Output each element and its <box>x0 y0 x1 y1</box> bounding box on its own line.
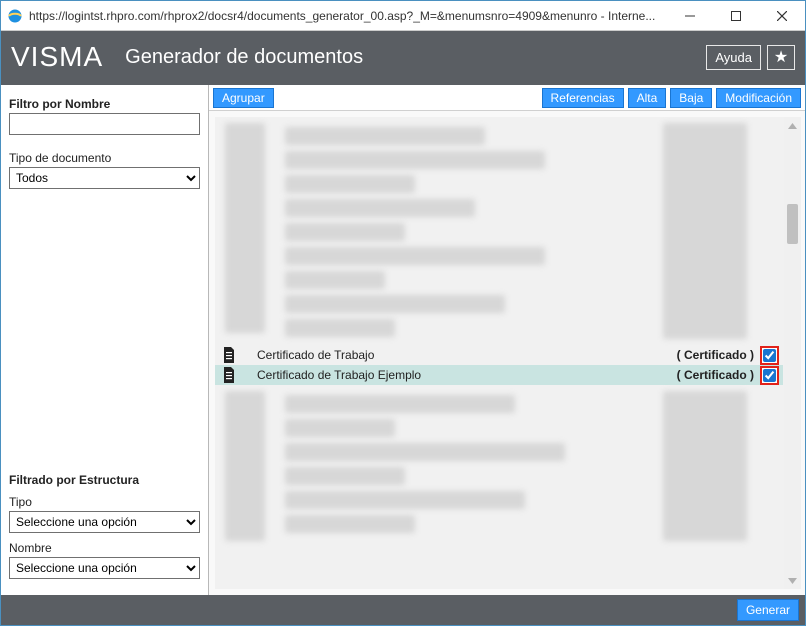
document-list: Certificado de Trabajo ( Certificado ) C… <box>209 111 805 595</box>
list-item-checkbox[interactable] <box>763 369 776 382</box>
list-item-checkbox-highlight <box>760 346 779 365</box>
window-close-button[interactable] <box>759 1 805 30</box>
star-icon: ★ <box>774 47 788 67</box>
list-item-type: ( Certificado ) <box>677 348 754 362</box>
structure-name-select[interactable]: Seleccione una opción <box>9 557 200 579</box>
ie-icon <box>7 8 23 24</box>
filter-name-input[interactable] <box>9 113 200 135</box>
favorite-button[interactable]: ★ <box>767 45 795 70</box>
app-header: VISMA Generador de documentos Ayuda ★ <box>1 31 805 83</box>
vertical-scrollbar[interactable] <box>784 117 801 589</box>
list-item-name: Certificado de Trabajo Ejemplo <box>257 368 677 382</box>
help-label: Ayuda <box>715 50 752 65</box>
window-maximize-button[interactable] <box>713 1 759 30</box>
structure-type-select[interactable]: Seleccione una opción <box>9 511 200 533</box>
alta-button[interactable]: Alta <box>628 88 667 108</box>
scroll-down-icon[interactable] <box>784 572 801 589</box>
page-title: Generador de documentos <box>125 46 363 69</box>
list-item[interactable]: Certificado de Trabajo Ejemplo ( Certifi… <box>215 365 783 385</box>
group-button[interactable]: Agrupar <box>213 88 274 108</box>
help-button[interactable]: Ayuda <box>706 45 761 70</box>
footer: Generar <box>1 595 805 625</box>
alta-label: Alta <box>637 91 658 105</box>
list-item-checkbox-highlight <box>760 366 779 385</box>
references-button[interactable]: Referencias <box>542 88 624 108</box>
window-titlebar: https://logintst.rhpro.com/rhprox2/docsr… <box>1 1 805 31</box>
scroll-thumb[interactable] <box>787 204 798 244</box>
doc-type-select[interactable]: Todos <box>9 167 200 189</box>
structure-filter-label: Filtrado por Estructura <box>9 473 200 487</box>
window-url: https://logintst.rhpro.com/rhprox2/docsr… <box>29 9 667 23</box>
sidebar: Filtro por Nombre Tipo de documento Todo… <box>1 85 209 595</box>
window-minimize-button[interactable] <box>667 1 713 30</box>
scroll-up-icon[interactable] <box>784 117 801 134</box>
document-icon <box>221 367 237 383</box>
filter-name-label: Filtro por Nombre <box>9 97 200 111</box>
list-item[interactable]: Certificado de Trabajo ( Certificado ) <box>215 345 783 365</box>
references-label: Referencias <box>551 91 615 105</box>
baja-button[interactable]: Baja <box>670 88 712 108</box>
work-area: Filtro por Nombre Tipo de documento Todo… <box>1 83 805 595</box>
list-item-type: ( Certificado ) <box>677 368 754 382</box>
main-panel: Agrupar Referencias Alta Baja Modificaci… <box>209 85 805 595</box>
visma-logo: VISMA <box>11 41 103 73</box>
generate-label: Generar <box>746 603 790 617</box>
scroll-track[interactable] <box>784 134 801 572</box>
document-icon <box>221 347 237 363</box>
toolbar: Agrupar Referencias Alta Baja Modificaci… <box>209 85 805 111</box>
structure-type-label: Tipo <box>9 495 200 509</box>
generate-button[interactable]: Generar <box>737 599 799 621</box>
structure-name-label: Nombre <box>9 541 200 555</box>
modify-label: Modificación <box>725 91 792 105</box>
list-item-name: Certificado de Trabajo <box>257 348 677 362</box>
list-item-checkbox[interactable] <box>763 349 776 362</box>
baja-label: Baja <box>679 91 703 105</box>
group-label: Agrupar <box>222 91 265 105</box>
modify-button[interactable]: Modificación <box>716 88 801 108</box>
doc-type-label: Tipo de documento <box>9 151 200 165</box>
